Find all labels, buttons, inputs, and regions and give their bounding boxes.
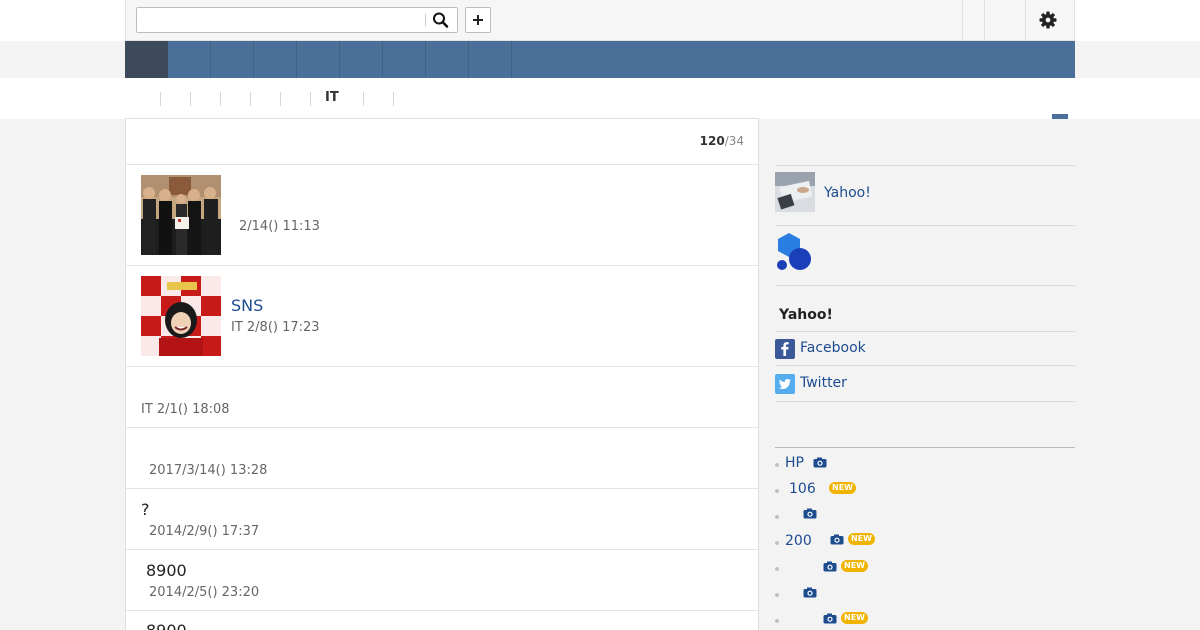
list-bullet [775,619,779,623]
sidebar-divider [775,401,1075,402]
nav-item[interactable] [211,41,254,78]
hexagon-logo-icon [777,233,811,270]
article-title[interactable]: 8900 [146,621,187,630]
list-header: 120/34 [126,119,758,165]
new-badge: NEW [841,612,868,624]
result-count: 120/34 [700,134,744,148]
article-title[interactable]: SNS [231,296,263,315]
ranking-divider [775,447,1075,448]
gear-icon [1039,11,1057,29]
nav-item[interactable] [254,41,297,78]
nav-item[interactable] [469,41,512,78]
list-item[interactable]: 8900 2014/2/5() 23:20 [126,550,758,611]
main-nav [125,41,1075,78]
nav-item[interactable] [168,41,211,78]
new-badge: NEW [829,482,856,494]
facebook-icon[interactable] [775,339,795,359]
list-bullet [775,541,779,545]
toolbar-divider [984,0,985,40]
count-current: 120 [699,134,725,148]
count-total: /34 [724,134,744,148]
list-item[interactable]: ? 2014/2/9() 17:37 [126,489,758,550]
ranking-item-label[interactable]: HP [785,455,804,471]
sidebar-divider [775,285,1075,286]
nav-item[interactable] [340,41,383,78]
facebook-link[interactable]: Facebook [800,340,866,356]
camera-icon [823,613,837,624]
ranking-item-label[interactable]: 106 [789,481,816,497]
nav-item-home[interactable] [125,41,168,78]
camera-icon [823,561,837,572]
category-tabs: IT [0,78,1200,119]
new-badge: NEW [841,560,868,572]
toolbar-divider [962,0,963,40]
twitter-link[interactable]: Twitter [800,375,847,391]
list-item[interactable]: 2/14() 11:13 [126,165,758,266]
tab-divider [310,92,311,106]
list-bullet [775,515,779,519]
article-meta: 2014/2/9() 17:37 [149,524,260,539]
list-bullet [775,489,779,493]
list-item[interactable]: 2017/3/14() 13:28 [126,428,758,489]
article-meta: 2014/2/5() 23:20 [149,585,260,600]
top-bar-inner [125,0,1075,41]
ranking-item-label[interactable]: 200 [785,533,812,549]
toolbar-divider [1025,0,1026,40]
tab-divider [220,92,221,106]
camera-icon [813,457,827,468]
list-bullet [775,567,779,571]
search-divider [425,14,426,26]
search-box [136,7,458,33]
list-item[interactable]: IT 2/1() 18:08 [126,367,758,428]
article-thumbnail [141,175,221,255]
service-logo[interactable] [775,232,815,272]
search-input[interactable] [137,8,425,32]
camera-icon [803,587,817,598]
list-item[interactable]: 8900 [126,611,758,630]
search-icon [433,12,449,28]
new-badge: NEW [848,533,875,545]
tab-divider [280,92,281,106]
list-bullet [775,593,779,597]
top-bar [0,0,1200,41]
promo-thumbnail[interactable] [775,172,815,212]
sidebar-divider [775,165,1075,166]
article-meta: IT 2/1() 18:08 [141,402,230,417]
list-bullet [775,463,779,467]
nav-item[interactable] [383,41,426,78]
article-thumbnail [141,276,221,356]
nav-item[interactable] [297,41,340,78]
share-heading: Yahoo! [779,307,833,323]
sidebar-divider [775,365,1075,366]
tab-it[interactable]: IT [325,90,339,105]
article-meta: 2/14() 11:13 [239,219,320,234]
camera-icon [830,534,844,545]
sidebar-divider [775,225,1075,226]
article-meta: IT 2/8() 17:23 [231,320,320,335]
article-meta: 2017/3/14() 13:28 [149,463,268,478]
article-title[interactable]: ? [141,500,150,519]
promo-link[interactable]: Yahoo! [824,185,871,201]
article-title[interactable]: 8900 [146,561,187,580]
tab-divider [160,92,161,106]
tab-divider [190,92,191,106]
sidebar-divider [775,331,1075,332]
tab-divider [250,92,251,106]
add-button[interactable] [465,7,491,33]
twitter-icon[interactable] [775,374,795,394]
search-button[interactable] [431,11,451,29]
camera-icon [803,508,817,519]
sidebar: Yahoo! Yahoo! Facebook Twitter HP 106 NE… [759,118,1075,630]
article-list: 120/34 2/14() 11:13 SNS IT 2/8() 17:23 I… [125,118,759,630]
tab-divider [393,92,394,106]
list-item[interactable]: SNS IT 2/8() 17:23 [126,266,758,367]
nav-item[interactable] [426,41,469,78]
tab-divider [363,92,364,106]
settings-button[interactable] [1038,10,1058,30]
